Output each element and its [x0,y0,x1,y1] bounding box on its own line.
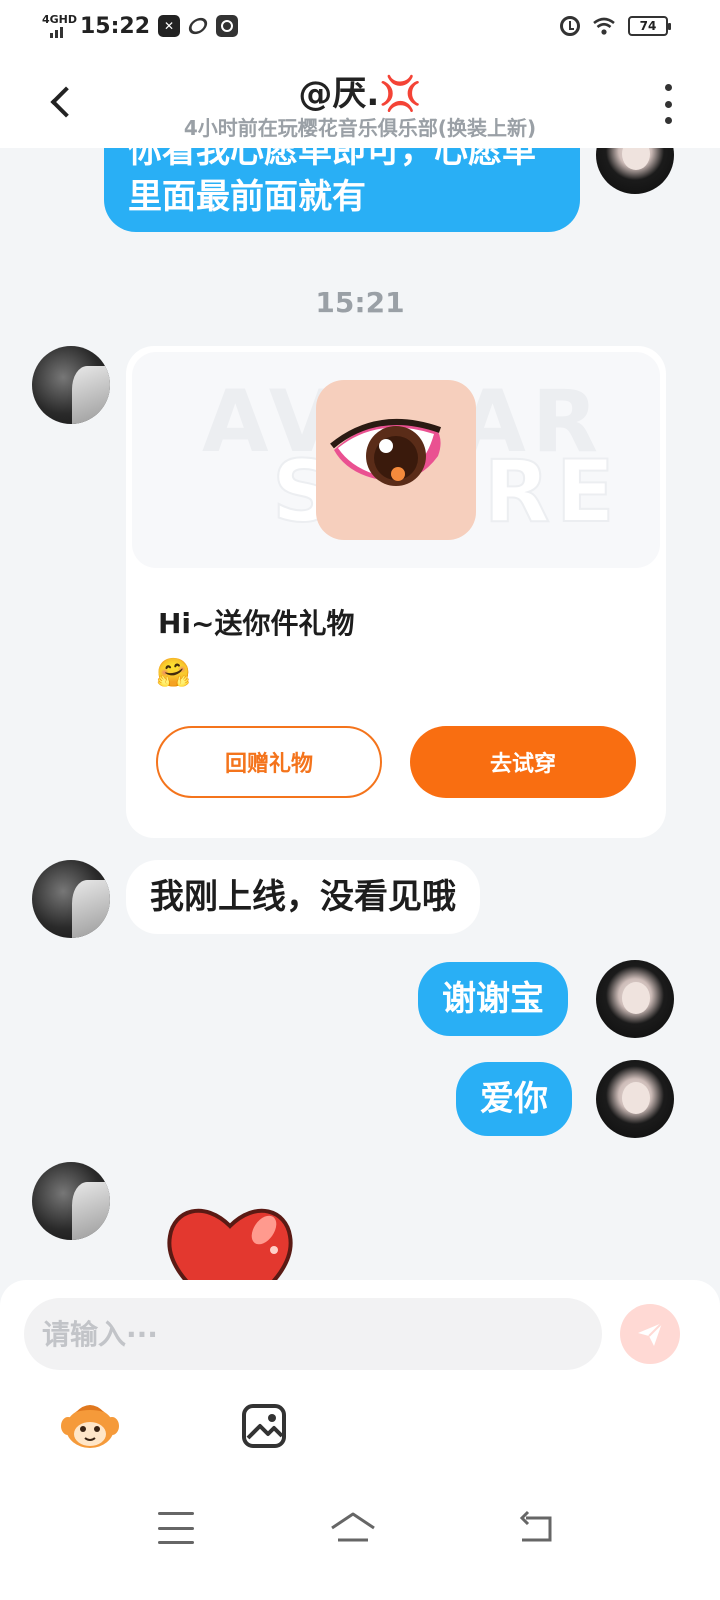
back-nav-button[interactable] [516,1510,556,1546]
media-icon [216,15,239,37]
avatar-peer[interactable] [32,860,110,938]
send-icon [638,1322,663,1346]
image-icon[interactable] [240,1402,288,1450]
message-list[interactable]: 你看我心愿单即可，心愿单里面最前面就有 15:21 AVATAR STORE H… [0,148,720,1280]
message-text: 谢谢宝 [442,979,544,1019]
gift-title: Hi~送你件礼物 [158,607,355,640]
message-text: 爱你 [480,1079,548,1119]
status-left: 4GHD 15:22 ✕ [42,12,239,40]
eye-makeup-item-image[interactable] [316,380,476,540]
app-ring-icon [185,14,211,38]
try-on-button[interactable]: 去试穿 [410,726,636,798]
system-nav-bar [0,1480,720,1600]
alarm-icon [560,16,580,36]
status-right: 74 [560,16,671,36]
hug-emoji-icon: 🤗 [156,656,191,689]
emoji-icon[interactable] [58,1400,122,1452]
status-bar: 4GHD 15:22 ✕ 74 [0,0,720,56]
message-bubble-peer[interactable]: 我刚上线，没看见哦 [126,860,480,934]
avatar-self[interactable] [596,960,674,1038]
message-text: 我刚上线，没看见哦 [150,877,456,917]
wifi-icon [593,17,615,35]
avatar-self[interactable] [596,148,674,194]
gift-card[interactable]: AVATAR STORE Hi~送你件礼物 🤗 回赠礼物 去试穿 [126,346,666,838]
capcut-icon: ✕ [158,15,181,37]
message-input[interactable] [24,1298,602,1370]
contact-status: 4小时前在玩樱花音乐俱乐部(换装上新) [183,116,537,140]
more-options-button[interactable] [660,84,676,124]
message-bubble-self[interactable]: 谢谢宝 [418,962,568,1036]
send-button[interactable] [620,1304,680,1364]
status-time: 15:22 [80,13,151,39]
input-panel [0,1280,720,1600]
contact-name: @厌. [298,74,380,114]
network-indicator: 4GHD [42,12,77,40]
message-text: 你看我心愿单即可，心愿单里面最前面就有 [128,148,536,217]
timestamp: 15:21 [315,286,405,319]
chat-title: @厌.💢 [0,66,720,115]
message-bubble-self[interactable]: 你看我心愿单即可，心愿单里面最前面就有 [104,148,580,232]
avatar-peer[interactable] [32,346,110,424]
return-gift-button[interactable]: 回赠礼物 [156,726,382,798]
recent-apps-button[interactable] [158,1512,194,1544]
battery-icon: 74 [628,16,671,36]
avatar-peer[interactable] [32,1162,110,1240]
signal-icon [50,27,63,38]
chat-header: @厌.💢 4小时前在玩樱花音乐俱乐部(换装上新) [0,56,720,148]
battery-level: 74 [639,19,657,33]
home-button[interactable] [328,1508,378,1548]
message-bubble-self[interactable]: 爱你 [456,1062,572,1136]
angry-emoji-icon: 💢 [379,74,422,114]
gift-preview: AVATAR STORE [132,352,660,568]
avatar-self[interactable] [596,1060,674,1138]
heart-sticker[interactable] [160,1188,300,1280]
network-label: 4GHD [42,13,78,26]
